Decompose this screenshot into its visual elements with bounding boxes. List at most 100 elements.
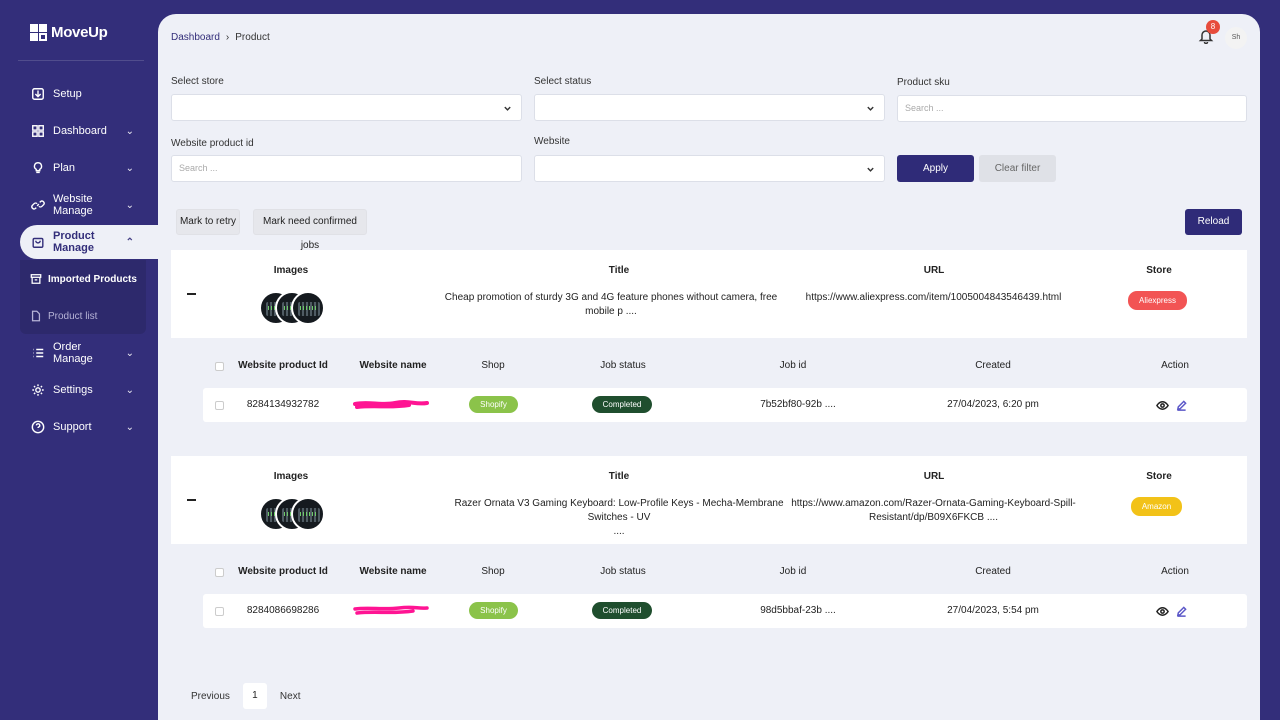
submenu-item-label: Product list <box>48 310 98 322</box>
product-url[interactable]: https://www.aliexpress.com/item/10050048… <box>791 291 1076 305</box>
sidebar-item-label: Product Manage <box>53 230 95 254</box>
apply-button[interactable]: Apply <box>897 155 974 182</box>
store-badge: Aliexpress <box>1128 291 1187 310</box>
product-title: Cheap promotion of sturdy 3G and 4G feat… <box>444 292 778 317</box>
product-url[interactable]: https://www.amazon.com/Razer-Ornata-Gami… <box>791 497 1076 525</box>
status-label: Select status <box>534 76 592 87</box>
submenu-item-imported-products[interactable]: Imported Products <box>30 273 137 285</box>
jobs-header: Website product Id Website name Shop Job… <box>203 350 1247 380</box>
job-status-header: Job status <box>600 566 646 577</box>
website-select[interactable] <box>534 155 885 182</box>
job-id: 98d5bbaf-23b .... <box>760 605 836 616</box>
bag-icon <box>32 237 44 248</box>
images-header: Images <box>273 471 309 482</box>
status-select[interactable] <box>534 94 885 121</box>
chevron-down-icon: ⌄ <box>125 347 134 359</box>
file-icon <box>31 310 41 322</box>
collapse-icon[interactable] <box>187 293 196 295</box>
chevron-down-icon: ⌄ <box>125 125 134 137</box>
sidebar-item-settings[interactable]: Settings ⌄ <box>20 373 158 407</box>
store-label: Select store <box>171 76 224 87</box>
edit-pencil-icon[interactable] <box>1176 606 1187 617</box>
sidebar-item-website-manage[interactable]: Website Manage ⌄ <box>20 188 158 222</box>
sidebar-item-label: Dashboard <box>53 125 107 137</box>
lightbulb-icon <box>33 162 43 174</box>
product-thumbnail[interactable] <box>291 291 325 325</box>
help-icon <box>31 420 45 434</box>
submenu-item-product-list[interactable]: Product list <box>30 310 97 322</box>
mark-to-retry-button[interactable]: Mark to retry <box>176 209 240 235</box>
sidebar-item-label: Setup <box>53 88 82 100</box>
notification-count-badge: 8 <box>1206 20 1220 34</box>
action-header: Action <box>1161 566 1189 577</box>
sidebar-item-setup[interactable]: Setup <box>20 77 158 111</box>
breadcrumb: Dashboard › Product <box>171 32 270 43</box>
reload-button[interactable]: Reload <box>1185 209 1242 235</box>
website-label: Website <box>534 136 570 147</box>
pagination: Previous 1 Next <box>191 683 300 709</box>
product-thumbnail[interactable] <box>291 497 325 531</box>
sidebar-item-order-manage[interactable]: Order Manage ⌄ <box>20 336 158 370</box>
previous-page-button[interactable]: Previous <box>191 691 230 702</box>
sidebar-item-plan[interactable]: Plan ⌄ <box>20 151 158 185</box>
row-checkbox[interactable] <box>215 607 224 616</box>
created-header: Created <box>975 566 1011 577</box>
mark-confirmed-jobs-button[interactable]: Mark need confirmed jobs <box>253 209 367 251</box>
chevron-down-icon: ⌄ <box>125 384 134 396</box>
chevron-down-icon <box>866 102 875 111</box>
job-status-badge: Completed <box>592 602 652 619</box>
shop-header: Shop <box>481 360 505 371</box>
page-number-button[interactable]: 1 <box>242 683 267 709</box>
edit-pencil-icon[interactable] <box>1176 400 1187 411</box>
select-all-checkbox[interactable] <box>215 568 224 577</box>
website-product-id-label: Website product id <box>171 138 254 149</box>
shop-badge: Shopify <box>469 396 518 413</box>
list-icon <box>33 348 44 358</box>
submenu-item-label: Imported Products <box>48 273 137 285</box>
store-select[interactable] <box>171 94 522 121</box>
view-eye-icon[interactable] <box>1156 399 1169 412</box>
breadcrumb-dashboard[interactable]: Dashboard <box>171 32 220 43</box>
store-header: Store <box>1146 265 1172 276</box>
sidebar-item-dashboard[interactable]: Dashboard ⌄ <box>20 114 158 148</box>
product-card: Images Title URL Store Razer Ornata V3 G… <box>171 456 1247 544</box>
breadcrumb-separator-icon: › <box>225 32 230 43</box>
website-product-id: 8284134932782 <box>246 399 320 410</box>
view-eye-icon[interactable] <box>1156 605 1169 618</box>
sidebar-divider <box>18 60 144 61</box>
next-page-button[interactable]: Next <box>280 691 301 702</box>
job-status-badge: Completed <box>592 396 652 413</box>
notifications-button[interactable]: 8 <box>1198 20 1220 46</box>
chevron-down-icon: ⌄ <box>125 199 134 211</box>
website-product-id-header: Website product Id <box>238 360 328 371</box>
created-date: 27/04/2023, 6:20 pm <box>947 399 1039 410</box>
store-badge: Amazon <box>1131 497 1182 516</box>
chevron-down-icon <box>503 102 512 111</box>
collapse-icon[interactable] <box>187 499 196 501</box>
title-header: Title <box>608 265 630 276</box>
images-header: Images <box>273 265 309 276</box>
website-product-id: 8284086698286 <box>246 605 320 616</box>
avatar[interactable]: Sh <box>1225 27 1247 49</box>
row-checkbox[interactable] <box>215 401 224 410</box>
sku-label: Product sku <box>897 77 950 88</box>
website-product-id-input[interactable]: Search ... <box>171 155 522 182</box>
title-header: Title <box>608 471 630 482</box>
product-images <box>259 497 325 531</box>
sidebar-item-product-manage[interactable]: Product Manage ⌃ <box>20 225 160 259</box>
gear-icon <box>32 384 44 396</box>
url-header: URL <box>923 265 945 276</box>
sku-search-input[interactable]: Search ... <box>897 95 1247 122</box>
product-title-line: Razer Ornata V3 Gaming Keyboard: Low-Pro… <box>454 498 784 523</box>
sidebar-item-support[interactable]: Support ⌄ <box>20 410 158 444</box>
clear-filter-button[interactable]: Clear filter <box>979 155 1056 182</box>
chevron-up-icon: ⌃ <box>125 236 134 248</box>
shop-header: Shop <box>481 566 505 577</box>
app-logo[interactable]: MoveUp <box>30 24 108 41</box>
product-title: Razer Ornata V3 Gaming Keyboard: Low-Pro… <box>441 497 797 539</box>
store-header: Store <box>1146 471 1172 482</box>
website-name-header: Website name <box>359 566 427 577</box>
select-all-checkbox[interactable] <box>215 362 224 371</box>
chevron-down-icon: ⌄ <box>125 421 134 433</box>
product-title-line: .... <box>613 526 625 537</box>
